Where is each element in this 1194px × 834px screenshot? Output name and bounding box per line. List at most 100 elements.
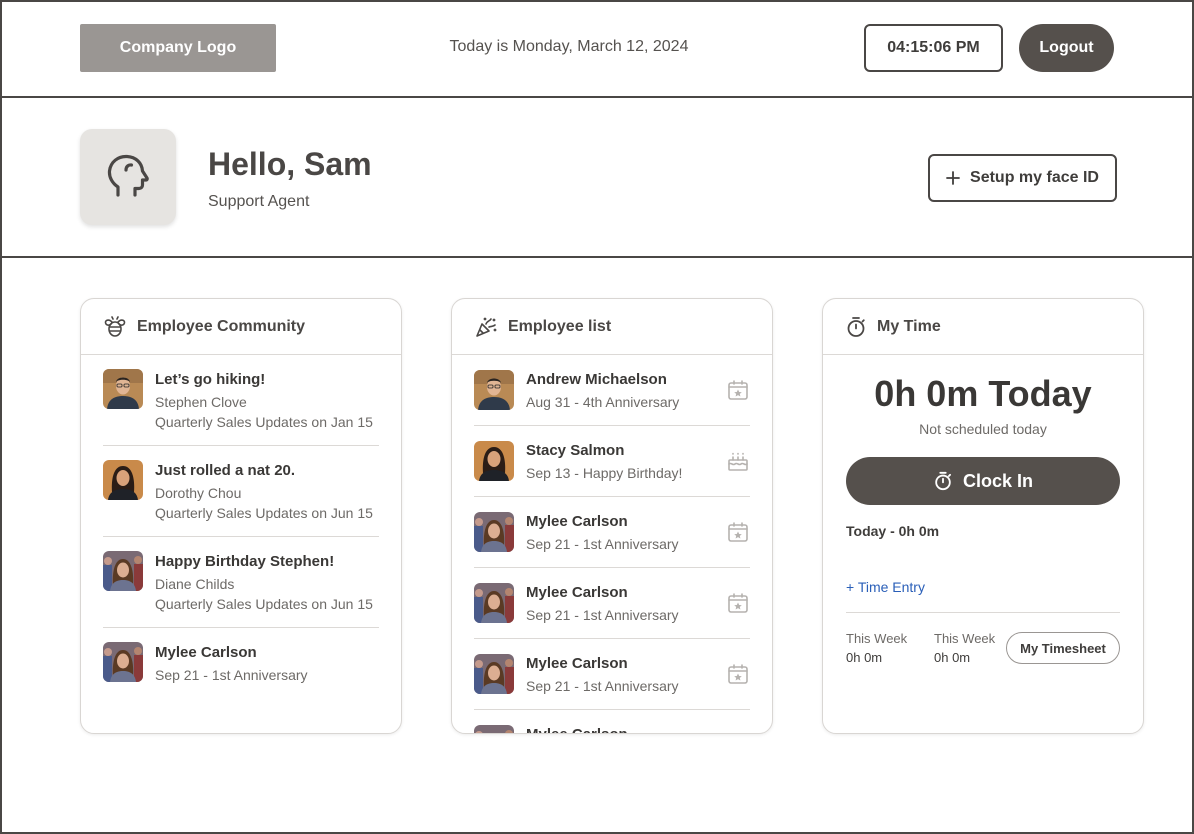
employee-photo — [474, 512, 514, 552]
week-label: This Week — [846, 631, 908, 646]
employee-name: Mylee Carlson — [526, 513, 628, 530]
week-summary-1: This Week 0h 0m — [846, 631, 907, 666]
post-author: Stephen Clove — [155, 394, 247, 410]
my-time-title: My Time — [877, 317, 941, 335]
my-time-header: My Time — [823, 299, 1143, 355]
user-photo — [103, 642, 143, 682]
community-post[interactable]: Mylee Carlson Sep 21 - 1st Anniversary — [103, 628, 379, 719]
my-time-card: My Time 0h 0m Today Not scheduled today … — [822, 298, 1144, 734]
community-post[interactable]: Let’s go hiking! Stephen Clove Quarterly S… — [103, 355, 379, 446]
calendar-star-icon — [726, 733, 750, 734]
employee-name: Andrew Michaelson — [526, 371, 667, 388]
post-note: Quarterly Sales Updates on Jun 15 — [155, 505, 373, 521]
employee-photo — [474, 370, 514, 410]
employee-list-header: Employee list — [452, 299, 772, 355]
post-title: Let’s go hiking! — [155, 371, 266, 388]
post-title: Just rolled a nat 20. — [155, 462, 296, 479]
employee-photo — [474, 725, 514, 733]
employee-row[interactable]: Mylee Carlson — [474, 710, 750, 734]
user-role: Support Agent — [208, 193, 310, 210]
post-author: Dorothy Chou — [155, 485, 242, 501]
employee-photo — [474, 583, 514, 623]
employee-row[interactable]: Stacy Salmon Sep 13 - Happy Birthday! — [474, 426, 750, 497]
profile-band: Hello, Sam Support Agent Setup my face I… — [0, 98, 1194, 258]
clock-in-label: Clock In — [962, 470, 1033, 491]
community-post[interactable]: Just rolled a nat 20. Dorothy Chou Quarter… — [103, 446, 379, 537]
employee-row[interactable]: Mylee Carlson Sep 21 - 1st Anniversary — [474, 497, 750, 568]
week-label: This Week — [934, 631, 996, 646]
calendar-star-icon — [726, 520, 750, 549]
user-photo — [103, 369, 143, 409]
post-text: Let’s go hiking! Stephen Clove Quarterly S… — [155, 371, 373, 432]
employee-event: Sep 21 - 1st Anniversary — [526, 607, 679, 623]
stopwatch-icon — [935, 471, 951, 491]
cake-icon — [726, 449, 750, 478]
current-date: Today is Monday, March 12, 2024 — [449, 38, 689, 55]
calendar-star-icon — [726, 662, 750, 691]
employee-photo — [474, 654, 514, 694]
stopwatch-icon — [847, 316, 865, 337]
today-hours: Today - 0h 0m — [846, 523, 940, 539]
clock-in-button[interactable]: Clock In — [846, 457, 1120, 505]
employee-name: Mylee Carlson — [526, 726, 628, 733]
post-text: Mylee Carlson Sep 21 - 1st Anniversary — [155, 644, 308, 685]
plus-icon — [946, 171, 960, 185]
post-author: Diane Childs — [155, 576, 235, 592]
community-title: Employee Community — [137, 317, 306, 335]
logout-button[interactable]: Logout — [1019, 24, 1114, 72]
employee-row[interactable]: Mylee Carlson Sep 21 - 1st Anniversary — [474, 568, 750, 639]
employee-event: Sep 21 - 1st Anniversary — [526, 678, 679, 694]
post-text: Happy Birthday Stephen! Diane Childs Quart… — [155, 553, 373, 614]
setup-face-id-button[interactable]: Setup my face ID — [928, 154, 1117, 202]
my-timesheet-button[interactable]: My Timesheet — [1006, 632, 1120, 664]
community-card-header: Employee Community — [81, 299, 401, 355]
today-total: 0h 0m Today — [874, 373, 1092, 414]
clock-display: 04:15:06 PM — [864, 24, 1003, 72]
post-title: Mylee Carlson — [155, 644, 257, 661]
employee-row[interactable]: Mylee Carlson Sep 21 - 1st Anniversary — [474, 639, 750, 710]
employee-text: Andrew Michaelson Aug 31 - 4th Anniversar… — [526, 371, 679, 412]
head-profile-icon — [107, 154, 149, 197]
face-id-label: Setup my face ID — [970, 169, 1099, 186]
employee-name: Mylee Carlson — [526, 584, 628, 601]
community-list: Let’s go hiking! Stephen Clove Quarterly S… — [81, 355, 401, 719]
schedule-status: Not scheduled today — [919, 421, 1047, 437]
avatar — [80, 129, 176, 225]
employee-photo — [474, 441, 514, 481]
week-value: 0h 0m — [846, 650, 883, 665]
employee-list-card: Employee list Andrew Michaelson Aug 31 - … — [451, 298, 773, 734]
divider — [846, 612, 1120, 613]
post-title: Happy Birthday Stephen! — [155, 553, 335, 570]
employee-name: Mylee Carlson — [526, 655, 628, 672]
post-note: Quarterly Sales Updates on Jun 15 — [155, 596, 373, 612]
bee-icon — [104, 315, 126, 337]
employee-community-card: Employee Community Let’s go hiking! Steph… — [80, 298, 402, 734]
employee-event: Sep 21 - 1st Anniversary — [526, 536, 679, 552]
post-text: Just rolled a nat 20. Dorothy Chou Quarter… — [155, 462, 373, 523]
calendar-star-icon — [726, 591, 750, 620]
user-photo — [103, 460, 143, 500]
greeting-heading: Hello, Sam — [208, 146, 372, 182]
employee-text: Mylee Carlson Sep 21 - 1st Anniversary — [526, 584, 679, 625]
employee-name: Stacy Salmon — [526, 442, 625, 459]
employee-event: Sep 13 - Happy Birthday! — [526, 465, 683, 481]
company-logo[interactable]: Company Logo — [80, 24, 276, 72]
employee-event: Aug 31 - 4th Anniversary — [526, 394, 680, 410]
employee-row[interactable]: Andrew Michaelson Aug 31 - 4th Anniversar… — [474, 355, 750, 426]
week-summary-2: This Week 0h 0m — [934, 631, 995, 666]
user-photo — [103, 551, 143, 591]
post-author: Sep 21 - 1st Anniversary — [155, 667, 308, 683]
employee-text: Stacy Salmon Sep 13 - Happy Birthday! — [526, 442, 682, 483]
week-value: 0h 0m — [934, 650, 971, 665]
party-popper-icon — [476, 317, 497, 337]
calendar-star-icon — [726, 378, 750, 407]
top-header: Company Logo Today is Monday, March 12, … — [0, 0, 1194, 98]
employee-text: Mylee Carlson — [526, 726, 628, 733]
employee-list-title: Employee list — [508, 317, 612, 335]
employee-text: Mylee Carlson Sep 21 - 1st Anniversary — [526, 655, 679, 696]
add-time-entry-link[interactable]: + Time Entry — [846, 579, 925, 595]
community-post[interactable]: Happy Birthday Stephen! Diane Childs Quart… — [103, 537, 379, 628]
post-note: Quarterly Sales Updates on Jan 15 — [155, 414, 373, 430]
employee-list: Andrew Michaelson Aug 31 - 4th Anniversar… — [452, 355, 772, 734]
employee-text: Mylee Carlson Sep 21 - 1st Anniversary — [526, 513, 679, 554]
